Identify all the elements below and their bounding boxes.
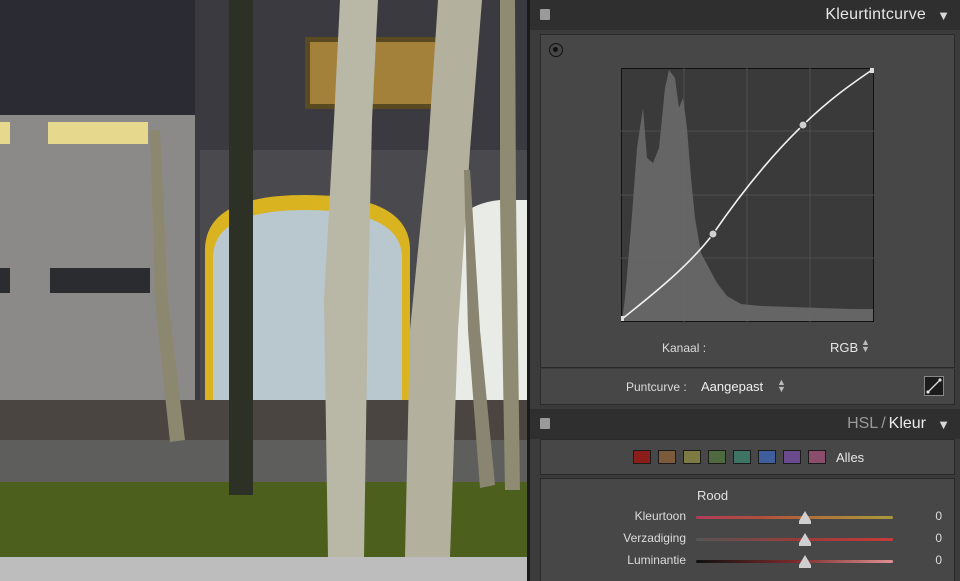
target-adjust-icon[interactable] bbox=[549, 43, 563, 57]
curve-control-point bbox=[798, 120, 808, 130]
point-curve-label: Puntcurve : bbox=[626, 380, 687, 394]
develop-right-panel: Kleurtintcurve ▼ Kanaal : RGB ▲ ▼ Puntcu… bbox=[530, 0, 960, 581]
slider-label: Kleurtoon bbox=[634, 509, 686, 523]
tone-curve-title: Kleurtintcurve bbox=[825, 6, 926, 23]
updown-arrows-icon[interactable]: ▲ ▼ bbox=[777, 378, 786, 394]
tab-kleur[interactable]: Kleur bbox=[889, 415, 926, 432]
triangle-down-icon[interactable]: ▼ bbox=[937, 8, 950, 23]
triangle-down-icon[interactable]: ▼ bbox=[937, 417, 950, 432]
tone-curve-graph[interactable] bbox=[621, 68, 874, 322]
slider-label: Luminantie bbox=[627, 553, 686, 567]
swatch-purple[interactable] bbox=[783, 450, 801, 464]
point-curve-row: Puntcurve : Aangepast ▲ ▼ bbox=[540, 369, 955, 405]
slider-row-luminance: Luminantie 0 bbox=[541, 552, 956, 570]
tone-curve-area: Kanaal : RGB ▲ ▼ bbox=[540, 34, 955, 368]
saturation-slider-track[interactable] bbox=[696, 538, 893, 541]
title-separator: / bbox=[881, 415, 886, 432]
point-curve-select[interactable]: Aangepast bbox=[701, 379, 763, 394]
hsl-color-header[interactable]: HSL / Kleur ▼ bbox=[530, 409, 960, 439]
updown-arrows-icon[interactable]: ▲ ▼ bbox=[861, 338, 870, 354]
swatch-red[interactable] bbox=[633, 450, 651, 464]
slider-thumb[interactable] bbox=[799, 533, 811, 546]
panel-switch-icon[interactable] bbox=[540, 418, 550, 429]
luminance-slider-track[interactable] bbox=[696, 560, 893, 563]
swatch-magenta[interactable] bbox=[808, 450, 826, 464]
swatch-yellow[interactable] bbox=[683, 450, 701, 464]
swatch-green[interactable] bbox=[708, 450, 726, 464]
all-colors-button[interactable]: Alles bbox=[836, 450, 864, 465]
photo-bottom-strip bbox=[0, 557, 527, 581]
curve-endpoint-black bbox=[621, 316, 624, 321]
channel-label: Kanaal : bbox=[662, 341, 707, 355]
channel-select[interactable]: RGB bbox=[830, 340, 858, 355]
photo-preview[interactable] bbox=[0, 0, 527, 557]
swatch-blue[interactable] bbox=[758, 450, 776, 464]
hue-slider-track[interactable] bbox=[696, 516, 893, 519]
hsl-sliders: Rood Kleurtoon 0 Verzadiging 0 Luminanti… bbox=[540, 478, 955, 581]
curve-control-point bbox=[708, 229, 718, 239]
tone-curve-header[interactable]: Kleurtintcurve ▼ bbox=[530, 0, 960, 30]
slider-thumb[interactable] bbox=[799, 511, 811, 524]
hsl-color-title: HSL / Kleur bbox=[847, 415, 926, 433]
edit-point-curve-icon[interactable] bbox=[924, 376, 944, 396]
slider-row-hue: Kleurtoon 0 bbox=[541, 508, 956, 526]
slider-label: Verzadiging bbox=[623, 531, 686, 545]
photo-image bbox=[0, 0, 527, 557]
curve-endpoint-white bbox=[870, 68, 874, 73]
color-swatch-row: Alles bbox=[540, 439, 955, 475]
slider-value[interactable]: 0 bbox=[935, 531, 942, 545]
swatch-aqua[interactable] bbox=[733, 450, 751, 464]
slider-row-saturation: Verzadiging 0 bbox=[541, 530, 956, 548]
panel-switch-icon[interactable] bbox=[540, 9, 550, 20]
color-group-title: Rood bbox=[697, 488, 729, 503]
slider-value[interactable]: 0 bbox=[935, 553, 942, 567]
swatch-orange[interactable] bbox=[658, 450, 676, 464]
slider-value[interactable]: 0 bbox=[935, 509, 942, 523]
slider-thumb[interactable] bbox=[799, 555, 811, 568]
tab-hsl[interactable]: HSL bbox=[847, 415, 878, 432]
